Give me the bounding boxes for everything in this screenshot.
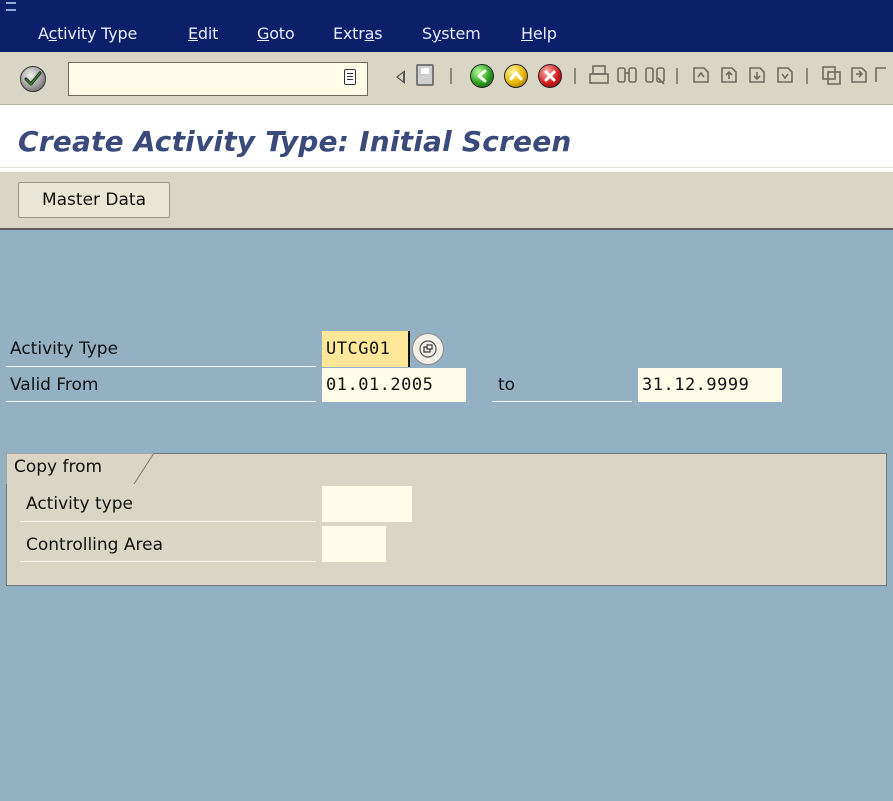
menu-activity-type[interactable]: Activity Type xyxy=(38,24,137,44)
controlling-area-underline xyxy=(20,561,316,562)
activity-type-label: Activity Type xyxy=(10,339,119,359)
save-icon[interactable] xyxy=(416,64,434,86)
first-page-icon[interactable] xyxy=(690,64,712,86)
copy-activity-type-field[interactable] xyxy=(322,486,412,522)
toolbar-separator xyxy=(450,68,452,84)
last-page-icon[interactable] xyxy=(774,64,796,86)
menu-bar: Activity Type Edit Goto Extras System He… xyxy=(0,0,893,52)
menu-edit[interactable]: Edit xyxy=(188,24,218,44)
valid-from-field[interactable]: 01.01.2005 xyxy=(322,368,466,402)
search-help-icon[interactable] xyxy=(412,333,444,365)
find-icon[interactable] xyxy=(616,64,638,86)
command-field[interactable] xyxy=(68,62,368,96)
page-title: Create Activity Type: Initial Screen xyxy=(18,125,572,158)
valid-to-label-underline xyxy=(492,401,632,402)
exit-icon[interactable] xyxy=(504,64,528,88)
find-next-icon[interactable] xyxy=(644,64,666,86)
print-icon[interactable] xyxy=(588,64,610,86)
valid-to-field[interactable]: 31.12.9999 xyxy=(638,368,782,402)
system-menu-icon[interactable] xyxy=(6,2,16,11)
menu-help[interactable]: Help xyxy=(521,24,557,44)
menu-system[interactable]: System xyxy=(422,24,481,44)
valid-from-label-underline xyxy=(6,401,316,402)
copy-activity-type-underline xyxy=(20,521,316,522)
cancel-icon[interactable] xyxy=(538,64,562,88)
shortcut-icon[interactable] xyxy=(848,64,870,86)
toolbar-separator xyxy=(676,68,678,84)
enter-checkmark-icon[interactable] xyxy=(20,66,46,92)
command-history-icon[interactable] xyxy=(344,69,356,85)
activity-type-field[interactable]: UTCG01 xyxy=(322,331,410,367)
controlling-area-label: Controlling Area xyxy=(26,535,163,555)
valid-to-label: to xyxy=(498,375,516,395)
toolbar-separator xyxy=(574,68,576,84)
copy-activity-type-label: Activity type xyxy=(26,494,133,514)
previous-page-icon[interactable] xyxy=(718,64,740,86)
collapse-toolbar-icon[interactable] xyxy=(396,70,405,84)
copy-from-title: Copy from xyxy=(14,457,103,477)
back-icon[interactable] xyxy=(470,64,494,88)
create-session-icon[interactable] xyxy=(820,64,842,86)
sap-window: Activity Type Edit Goto Extras System He… xyxy=(0,0,893,801)
help-icon[interactable] xyxy=(874,64,893,86)
next-page-icon[interactable] xyxy=(746,64,768,86)
master-data-button[interactable]: Master Data xyxy=(18,182,170,218)
title-divider xyxy=(0,167,893,168)
menu-extras[interactable]: Extras xyxy=(333,24,383,44)
controlling-area-field[interactable] xyxy=(322,526,386,562)
activity-type-label-underline xyxy=(6,366,316,367)
menu-goto[interactable]: Goto xyxy=(257,24,295,44)
valid-from-label: Valid From xyxy=(10,375,99,395)
toolbar-separator xyxy=(806,68,808,84)
